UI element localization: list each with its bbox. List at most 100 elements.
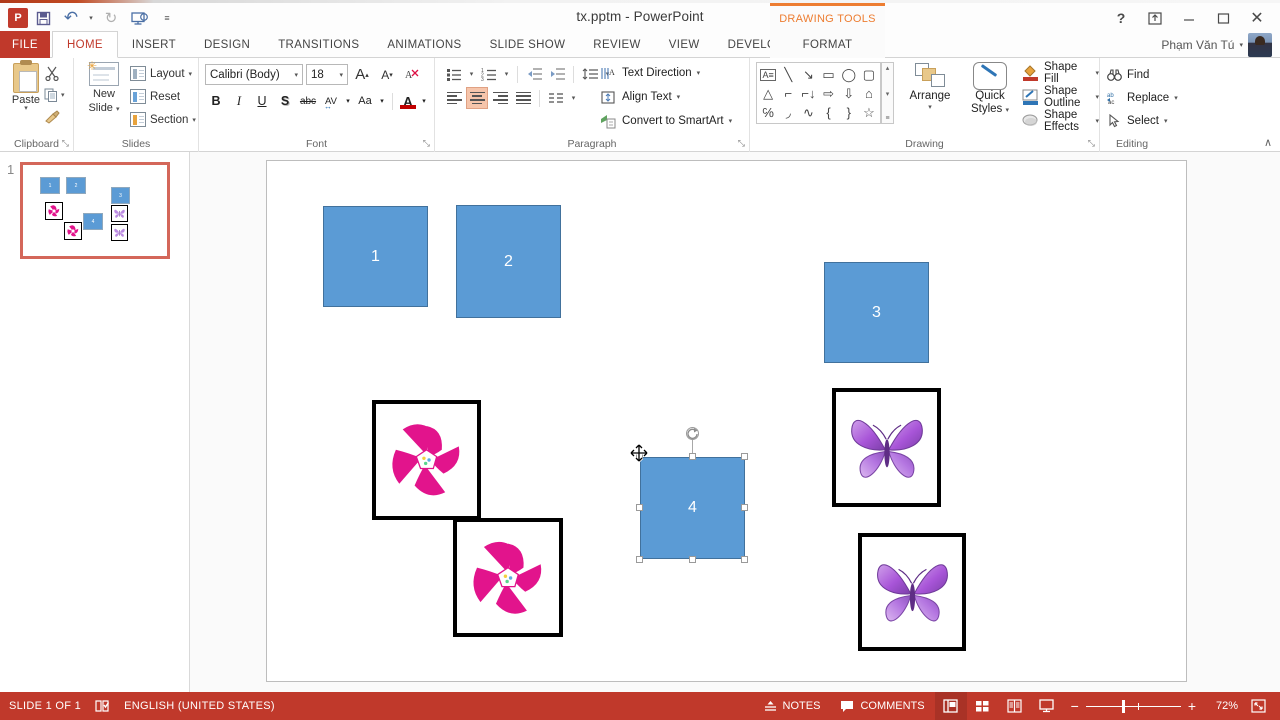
gallery-scroll-down-icon[interactable]: ▾ [886, 90, 890, 98]
columns-caret-icon[interactable]: ▾ [568, 87, 579, 109]
shape-arc-icon[interactable]: ◞ [778, 103, 798, 122]
slide-indicator[interactable]: SLIDE 1 OF 1 [9, 700, 81, 712]
text-shadow-button[interactable]: S [274, 90, 296, 112]
resize-handle-middle-left[interactable] [636, 504, 643, 511]
shape-effects-button[interactable]: Shape Effects ▾ [1022, 109, 1099, 133]
shapes-gallery-scrollbar[interactable]: ▴ ▾ ≡ [881, 62, 894, 124]
paragraph-dialog-launcher[interactable]: ⤡ [738, 138, 745, 149]
fit-to-window-icon[interactable] [1242, 692, 1274, 720]
slideshow-view-icon[interactable] [1031, 692, 1063, 720]
tab-format[interactable]: FORMAT [789, 31, 867, 58]
justify-icon[interactable] [512, 87, 534, 109]
minimize-button[interactable] [1172, 8, 1206, 28]
change-case-button[interactable]: Aa [354, 90, 376, 112]
shape-square-2[interactable]: 2 [456, 205, 561, 318]
tab-view[interactable]: VIEW [655, 31, 714, 58]
rotation-handle[interactable] [686, 427, 699, 440]
gallery-scroll-up-icon[interactable]: ▴ [886, 64, 890, 72]
shape-line-icon[interactable]: ╲ [778, 65, 798, 84]
font-color-button[interactable]: A [398, 90, 418, 112]
resize-handle-bottom-center[interactable] [689, 556, 696, 563]
paste-button[interactable]: Paste ▾ [5, 60, 47, 112]
arrange-button[interactable]: Arrange ▾ [902, 62, 958, 111]
copy-button[interactable]: ▾ [44, 84, 74, 106]
shape-textbox-icon[interactable]: A≡ [760, 68, 777, 81]
format-painter-button[interactable] [44, 106, 74, 128]
decrease-font-size-icon[interactable]: A ▾ [376, 64, 398, 85]
character-spacing-button[interactable]: AV ↔ [320, 90, 342, 112]
decrease-indent-icon[interactable] [523, 63, 545, 85]
bullets-icon[interactable] [443, 63, 465, 85]
text-direction-caret-icon[interactable]: ▾ [697, 69, 701, 77]
align-right-icon[interactable] [489, 87, 511, 109]
replace-button[interactable]: ab ac Replace ▾ [1106, 86, 1178, 109]
shape-effects-caret-icon[interactable]: ▾ [1095, 117, 1099, 125]
bullets-caret-icon[interactable]: ▾ [466, 63, 477, 85]
shape-down-arrow-icon[interactable]: ⇩ [839, 84, 859, 103]
find-button[interactable]: Find [1106, 63, 1178, 86]
clear-formatting-icon[interactable]: A [401, 64, 423, 85]
slide-canvas[interactable]: 1 2 3 4 [266, 160, 1187, 682]
user-account[interactable]: Phạm Văn Tú ▾ [1161, 31, 1272, 58]
shape-right-arrow-icon[interactable]: ⇨ [818, 84, 838, 103]
section-caret-icon[interactable]: ▾ [192, 116, 196, 124]
numbering-caret-icon[interactable]: ▾ [501, 63, 512, 85]
shape-elbow-connector-icon[interactable]: ⌐ [778, 84, 798, 103]
tab-home[interactable]: HOME [52, 31, 118, 58]
align-center-icon[interactable] [466, 87, 488, 109]
proofing-icon[interactable] [95, 699, 110, 713]
avatar[interactable] [1248, 32, 1272, 57]
arrange-caret-icon[interactable]: ▾ [902, 103, 958, 111]
gallery-more-icon[interactable]: ≡ [885, 115, 889, 122]
underline-button[interactable]: U [251, 90, 273, 112]
increase-indent-icon[interactable] [546, 63, 568, 85]
selection-square-4[interactable]: 4 [636, 427, 748, 563]
select-caret-icon[interactable]: ▾ [1164, 117, 1168, 125]
slide-thumbnail-1[interactable]: 1 2 3 4 [20, 162, 170, 259]
cut-button[interactable] [44, 62, 74, 84]
butterfly-picture-1[interactable] [832, 388, 941, 507]
tab-file[interactable]: FILE [0, 31, 50, 58]
shape-freeform-icon[interactable]: ℅ [758, 103, 778, 122]
butterfly-picture-2[interactable] [858, 533, 966, 651]
maximize-button[interactable] [1206, 8, 1240, 28]
new-slide-button[interactable]: ✳ New Slide ▾ [80, 59, 128, 116]
zoom-slider[interactable]: − + [1063, 698, 1204, 714]
shapes-gallery[interactable]: A≡ ╲ ↘ ▭ ◯ ▢ △ ⌐ ⌐↓ ⇨ ⇩ ⌂ ℅ ◞ ∿ { } ☆ [756, 62, 881, 124]
shape-left-brace-icon[interactable]: { [818, 103, 838, 122]
bold-button[interactable]: B [205, 90, 227, 112]
zoom-in-button[interactable]: + [1188, 698, 1196, 714]
layout-caret-icon[interactable]: ▾ [189, 70, 193, 78]
resize-handle-top-right[interactable] [741, 453, 748, 460]
shape-square-4[interactable]: 4 [640, 457, 745, 559]
slide-sorter-icon[interactable] [967, 692, 999, 720]
align-text-caret-icon[interactable]: ▾ [677, 93, 681, 101]
comments-button[interactable]: COMMENTS [830, 692, 934, 720]
user-menu-caret-icon[interactable]: ▾ [1239, 41, 1243, 49]
tab-animations[interactable]: ANIMATIONS [373, 31, 475, 58]
zoom-knob[interactable] [1121, 699, 1125, 713]
zoom-out-button[interactable]: − [1071, 698, 1079, 714]
columns-icon[interactable] [545, 87, 567, 109]
tab-transitions[interactable]: TRANSITIONS [264, 31, 373, 58]
close-button[interactable]: ✕ [1240, 8, 1274, 28]
tab-slide-show[interactable]: SLIDE SHOW [476, 31, 580, 58]
zoom-track[interactable] [1085, 699, 1181, 713]
font-size-combo[interactable]: 18 ▾ [306, 64, 348, 85]
shape-fill-caret-icon[interactable]: ▾ [1095, 69, 1099, 77]
shape-outline-button[interactable]: Shape Outline ▾ [1022, 85, 1099, 109]
shape-elbow-arrow-connector-icon[interactable]: ⌐↓ [798, 84, 818, 103]
resize-handle-bottom-left[interactable] [636, 556, 643, 563]
zoom-level-label[interactable]: 72% [1204, 700, 1238, 712]
line-spacing-icon[interactable] [579, 63, 601, 85]
numbering-icon[interactable]: 123 [478, 63, 500, 85]
shape-rectangle-icon[interactable]: ▭ [818, 65, 838, 84]
shape-fill-button[interactable]: Shape Fill ▾ [1022, 61, 1099, 85]
convert-to-smartart-button[interactable]: Convert to SmartArt ▾ [600, 109, 732, 133]
font-color-caret-icon[interactable]: ▾ [419, 90, 429, 112]
language-indicator[interactable]: ENGLISH (UNITED STATES) [124, 700, 275, 712]
change-case-caret-icon[interactable]: ▾ [377, 90, 387, 112]
paste-caret-icon[interactable]: ▾ [5, 105, 47, 112]
shape-oval-icon[interactable]: ◯ [839, 65, 859, 84]
select-button[interactable]: Select ▾ [1106, 109, 1178, 132]
